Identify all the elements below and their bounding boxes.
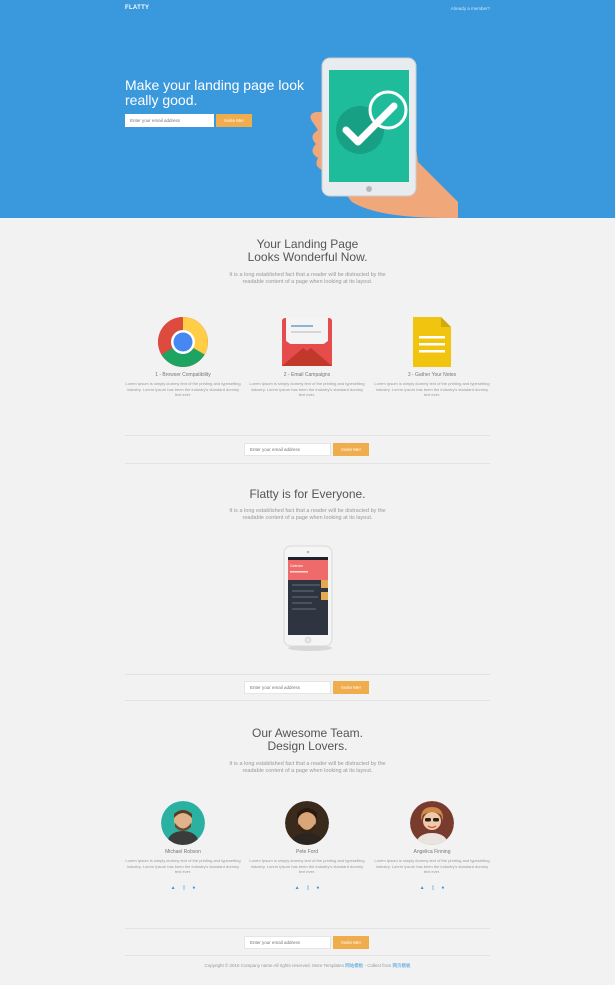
signup-form-2: Invite Me!: [244, 681, 369, 694]
divider: [125, 463, 490, 464]
hero-signup-form: Invite Me!: [125, 114, 252, 127]
divider: [125, 435, 490, 436]
document-icon: [413, 317, 451, 367]
everyone-text: It is a long established fact that a rea…: [229, 508, 386, 521]
phone-calendar-label: Calendar: [290, 564, 304, 568]
team-title: Our Awesome Team. Design Lovers.: [0, 727, 615, 753]
team-member-angelica: Angelica Finning Lorem Ipsum is simply d…: [374, 801, 490, 891]
team-member-pete: Pete Ford Lorem Ipsum is simply dummy te…: [249, 801, 365, 891]
mobile-icon[interactable]: ▯: [183, 885, 186, 891]
signup-form-3: Invite Me!: [244, 936, 369, 949]
avatar: [161, 801, 205, 845]
divider: [125, 928, 490, 929]
feature-text: Lorem Ipsum is simply dummy text of the …: [249, 381, 365, 397]
feature-text: Lorem Ipsum is simply dummy text of the …: [125, 381, 241, 397]
feature-title: 1 - Browser Compatibility: [155, 372, 211, 378]
footer-copyright: Copyright © 2016 Company name All rights…: [204, 963, 345, 968]
globe-icon[interactable]: ●: [192, 885, 195, 891]
email-input[interactable]: [244, 681, 331, 694]
member-text: Lorem Ipsum is simply dummy text of the …: [374, 858, 490, 874]
avatar: [410, 801, 454, 845]
footer: Copyright © 2016 Company name All rights…: [0, 963, 615, 969]
member-link[interactable]: Already a member?: [451, 6, 490, 11]
member-text: Lorem Ipsum is simply dummy text of the …: [249, 858, 365, 874]
mobile-icon[interactable]: ▯: [432, 885, 435, 891]
member-name: Michael Robson: [165, 849, 201, 855]
bar-chart-icon[interactable]: ▲: [420, 885, 425, 891]
feature-title: 2 - Email Campaigns: [283, 372, 331, 378]
feature-text: Lorem Ipsum is simply dummy text of the …: [374, 381, 490, 397]
mobile-icon[interactable]: ▯: [307, 885, 310, 891]
feature-title: 3 - Gather Your Notes: [407, 372, 457, 378]
hero-title: Make your landing page look really good.: [125, 77, 305, 108]
invite-button[interactable]: Invite Me!: [333, 681, 369, 694]
hero-email-input[interactable]: [125, 114, 214, 127]
everyone-title: Flatty is for Everyone.: [249, 487, 366, 501]
feature-browser: 1 - Browser Compatibility Lorem Ipsum is…: [125, 316, 241, 398]
hero-section: FLATTY Already a member? Make your landi…: [0, 0, 615, 218]
signup-form-1: Invite Me!: [244, 443, 369, 456]
team-title-line2: Design Lovers.: [267, 739, 348, 753]
hero-invite-button[interactable]: Invite Me!: [216, 114, 252, 127]
intro-title: Your Landing Page Looks Wonderful Now.: [0, 238, 615, 264]
tablet-hand-illustration: [310, 57, 458, 218]
globe-icon[interactable]: ●: [316, 885, 319, 891]
member-text: Lorem Ipsum is simply dummy text of the …: [125, 858, 241, 874]
divider: [125, 674, 490, 675]
phone-illustration: Calendar: [283, 545, 333, 651]
email-input[interactable]: [244, 936, 331, 949]
team-member-michael: Michael Robson Lorem Ipsum is simply dum…: [125, 801, 241, 891]
member-name: Pete Ford: [296, 849, 318, 855]
bar-chart-icon[interactable]: ▲: [295, 885, 300, 891]
social-links: ▲ ▯ ●: [249, 885, 365, 891]
footer-link-templates[interactable]: 网站模板: [345, 963, 363, 968]
chrome-icon: [158, 317, 208, 367]
feature-email: 2 - Email Campaigns Lorem Ipsum is simpl…: [249, 316, 365, 398]
bar-chart-icon[interactable]: ▲: [171, 885, 176, 891]
avatar: [285, 801, 329, 845]
globe-icon[interactable]: ●: [441, 885, 444, 891]
member-name: Angelica Finning: [413, 849, 451, 855]
footer-link-collect[interactable]: 网页模板: [393, 963, 411, 968]
invite-button[interactable]: Invite Me!: [333, 443, 369, 456]
email-input[interactable]: [244, 443, 331, 456]
footer-separator: - Collect from: [363, 963, 393, 968]
social-links: ▲ ▯ ●: [374, 885, 490, 891]
envelope-icon: [282, 318, 332, 366]
brand-logo[interactable]: FLATTY: [125, 5, 149, 11]
social-links: ▲ ▯ ●: [125, 885, 241, 891]
divider: [125, 955, 490, 956]
team-text: It is a long established fact that a rea…: [229, 761, 386, 774]
feature-notes: 3 - Gather Your Notes Lorem Ipsum is sim…: [374, 316, 490, 398]
invite-button[interactable]: Invite Me!: [333, 936, 369, 949]
divider: [125, 700, 490, 701]
intro-title-line2: Looks Wonderful Now.: [247, 250, 368, 264]
intro-text: It is a long established fact that a rea…: [229, 272, 386, 285]
